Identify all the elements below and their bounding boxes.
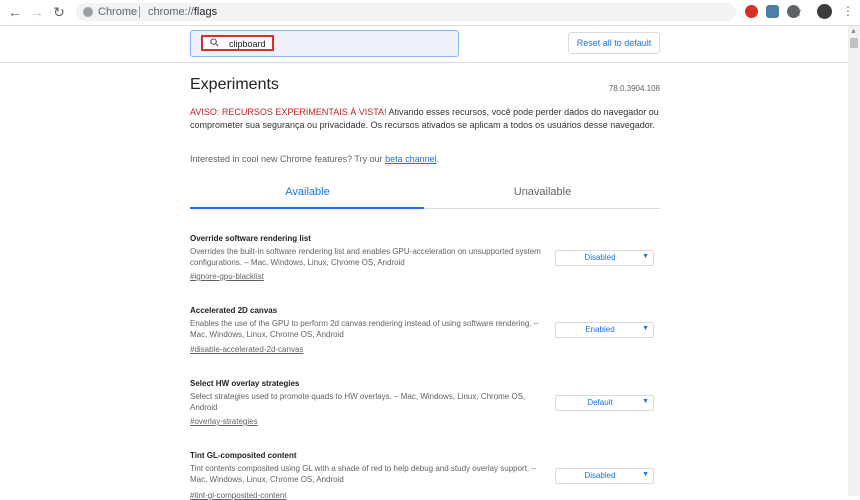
- dropdown-arrow-icon: ▼: [642, 471, 649, 478]
- site-label: Chrome: [98, 6, 138, 18]
- flag-select-value: Default: [587, 398, 613, 407]
- tab-bar: Available Unavailable: [190, 178, 660, 209]
- reset-all-button[interactable]: Reset all to default: [568, 32, 660, 54]
- chrome-site-icon: [83, 7, 93, 17]
- forward-arrow-icon[interactable]: →: [28, 3, 46, 21]
- flag-link[interactable]: #overlay-strategies: [190, 417, 258, 426]
- flag-name: Override software rendering list: [190, 234, 311, 243]
- back-arrow-icon[interactable]: ←: [6, 3, 24, 21]
- omnibox-separator: [139, 6, 140, 18]
- tab-available[interactable]: Available: [190, 186, 425, 198]
- reload-icon[interactable]: ↻: [50, 3, 68, 21]
- beta-channel-link[interactable]: beta channel: [385, 154, 437, 164]
- url-text: chrome://flags: [148, 6, 218, 18]
- flag-description: Select strategies used to promote quads …: [190, 392, 526, 412]
- dropdown-arrow-icon: ▼: [642, 325, 649, 332]
- search-highlight-box: clipboard: [201, 35, 274, 51]
- active-tab-indicator: [190, 207, 424, 209]
- flag-select[interactable]: Default ▼: [555, 395, 654, 411]
- warning-text: AVISO: RECURSOS EXPERIMENTAIS À VISTA! A…: [190, 107, 659, 130]
- dropdown-arrow-icon: ▼: [642, 398, 649, 405]
- search-input[interactable]: clipboard: [190, 30, 459, 57]
- tab-unavailable[interactable]: Unavailable: [425, 186, 660, 198]
- flag-description: Tint contents composited using GL with a…: [190, 464, 536, 484]
- flag-description: Enables the use of the GPU to perform 2d…: [190, 319, 539, 339]
- version-label: 78.0.3904.108: [608, 84, 660, 93]
- search-icon: [210, 38, 219, 47]
- flag-select[interactable]: Disabled ▼: [555, 468, 654, 484]
- flag-name: Select HW overlay strategies: [190, 379, 300, 388]
- search-query: clipboard: [229, 39, 266, 49]
- promo-text: Interested in cool new Chrome features? …: [190, 154, 440, 164]
- menu-dots-icon[interactable]: ⋮: [842, 4, 854, 18]
- page-title: Experiments: [190, 76, 279, 93]
- flag-description: Overrides the built-in software renderin…: [190, 247, 541, 267]
- avatar[interactable]: [817, 4, 832, 19]
- scrollbar[interactable]: ▲: [848, 26, 860, 496]
- flag-select[interactable]: Enabled ▼: [555, 322, 654, 338]
- flag-name: Tint GL-composited content: [190, 451, 297, 460]
- flag-select-value: Enabled: [585, 325, 615, 334]
- address-bar[interactable]: Chrome chrome://flags ☆: [76, 3, 803, 21]
- extension-record-icon[interactable]: [745, 5, 758, 18]
- scroll-thumb[interactable]: [850, 38, 858, 48]
- flag-link[interactable]: #disable-accelerated-2d-canvas: [190, 345, 303, 354]
- flags-header: clipboard Reset all to default: [0, 26, 848, 63]
- extension-gear-icon[interactable]: [787, 5, 800, 18]
- dropdown-arrow-icon: ▼: [642, 253, 649, 260]
- flag-name: Accelerated 2D canvas: [190, 306, 278, 315]
- flag-link[interactable]: #ignore-gpu-blacklist: [190, 272, 264, 281]
- scroll-up-icon[interactable]: ▲: [850, 28, 857, 35]
- extension-s-icon[interactable]: [766, 5, 779, 18]
- flag-select-value: Disabled: [584, 253, 616, 262]
- browser-toolbar: ← → ↻ Chrome chrome://flags ☆ ⋮: [0, 0, 860, 26]
- flag-select[interactable]: Disabled ▼: [555, 250, 654, 266]
- flag-select-value: Disabled: [584, 471, 616, 480]
